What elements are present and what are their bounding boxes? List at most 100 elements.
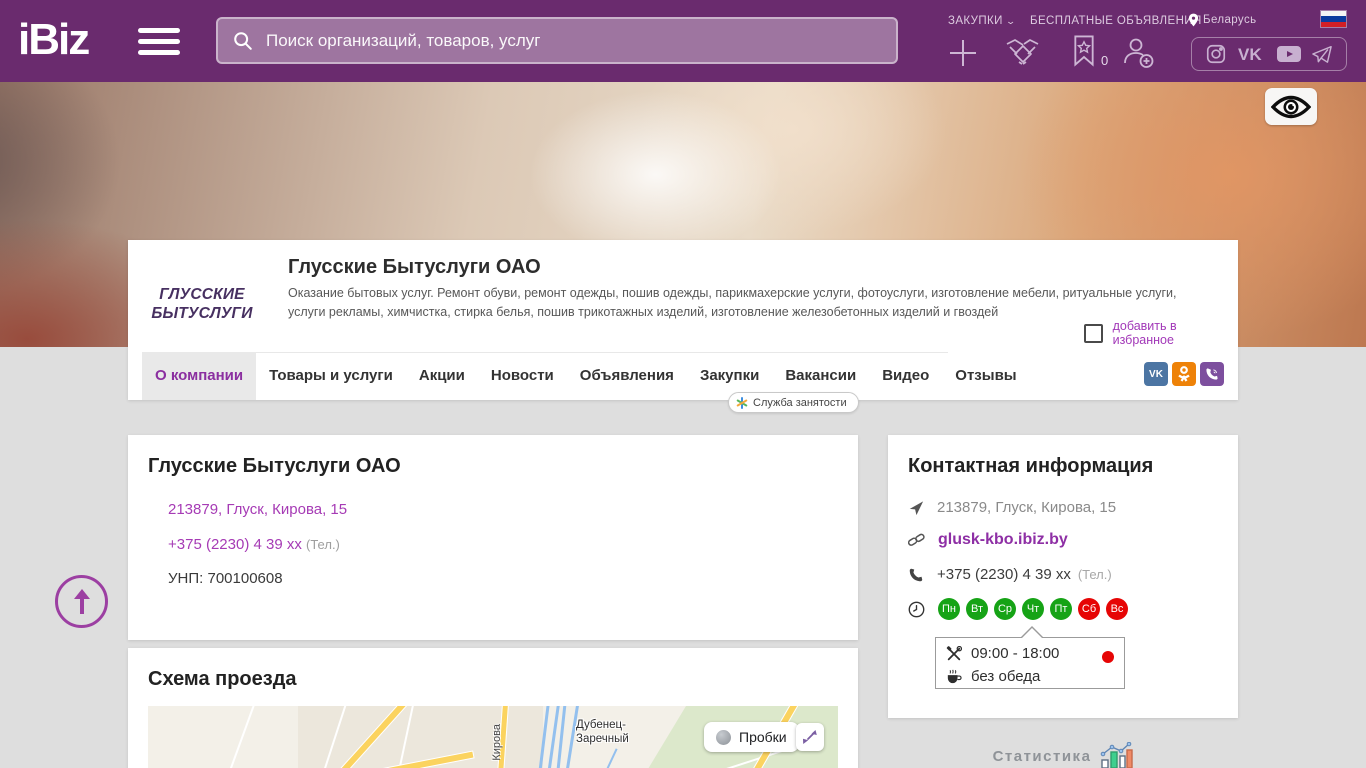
vk-icon[interactable]: VK [1236,44,1266,64]
instagram-icon[interactable] [1205,43,1227,65]
contacts-title: Контактная информация [908,455,1154,477]
handshake-icon[interactable] [1004,37,1041,72]
add-to-favorites[interactable]: добавить в избранное [1084,319,1238,347]
company-logo: ГЛУССКИЕ БЫТУСЛУГИ [148,254,256,354]
company-name: Глусские Бытуслуги ОАО [288,256,541,278]
statistics-link[interactable]: Статистика [888,742,1238,768]
phone-type-label: (Тел.) [1077,567,1112,582]
stats-chart-icon [1101,742,1134,768]
working-hours-tooltip: 09:00 - 18:00 без обеда [935,626,1125,689]
search-icon [234,31,252,50]
odnoklassniki-share-button[interactable] [1172,362,1196,386]
about-card: Глусские Бытуслуги ОАО 213879, Глуск, Ки… [128,435,858,640]
company-unp: УНП: 700100608 [168,570,283,587]
working-hours: 09:00 - 18:00 [971,645,1060,662]
search-bar [216,17,898,64]
search-input[interactable] [266,30,882,51]
weekday-badges: Пн Вт Ср Чт Пт Сб Вс [938,598,1128,620]
schedule-row: Пн Вт Ср Чт Пт Сб Вс [908,598,1128,620]
favorite-label: добавить в избранное [1112,319,1177,347]
company-logo-line2: БЫТУСЛУГИ [151,305,253,322]
tab-promos[interactable]: Акции [406,352,478,400]
company-card: ГЛУССКИЕ БЫТУСЛУГИ Глусские Бытуслуги ОА… [128,240,1238,413]
tab-news[interactable]: Новости [478,352,567,400]
bookmark-star-icon [1074,35,1094,67]
day-badge-mon[interactable]: Пн [938,598,960,620]
menu-icon[interactable] [138,28,180,56]
eye-icon [1271,95,1311,118]
country-selector[interactable]: Беларусь [1188,13,1257,27]
lunch-label: без обеда [971,668,1041,685]
day-badge-sun[interactable]: Вс [1106,598,1128,620]
about-address-link[interactable]: 213879, Глуск, Кирова, 15 [168,501,347,518]
company-description: Оказание бытовых услуг. Ремонт обуви, ре… [288,286,1177,320]
contacts-phone-number[interactable]: +375 (2230) 4 39 хх [937,566,1071,583]
traffic-button[interactable]: Пробки [704,722,799,752]
viber-button[interactable] [1200,362,1224,386]
language-flag-ru-icon[interactable] [1320,10,1347,28]
map-canvas[interactable]: Дубенец- Заречный Кирова Пробки [148,706,838,768]
signup-person-add-icon[interactable] [1122,37,1156,74]
nav-arrow-icon [909,500,924,515]
map-card: Схема проезда Дубенец- Заречный Кирова П… [128,648,858,768]
map-street [217,706,260,768]
contacts-phone-row: +375 (2230) 4 39 хх (Тел.) [908,566,1112,583]
about-phone-number[interactable]: +375 (2230) 4 39 хх [168,536,302,553]
traffic-label: Пробки [739,729,787,745]
employment-badge-icon [736,396,748,409]
contacts-address: 213879, Глуск, Кирова, 15 [937,499,1117,516]
map-expand-button[interactable] [796,723,824,751]
employment-service-tooltip[interactable]: Служба занятости [728,392,859,413]
location-pin-icon [1188,13,1199,27]
map-title: Схема проезда [148,668,297,690]
contacts-website-row: glusk-kbo.ibiz.by [908,531,1068,549]
favorite-checkbox[interactable] [1084,323,1103,343]
employment-tooltip-label: Служба занятости [753,396,847,409]
tools-icon [946,645,962,660]
day-badge-thu[interactable]: Чт [1022,598,1044,620]
add-button[interactable] [948,38,978,73]
tab-products[interactable]: Товары и услуги [256,352,406,400]
traffic-icon [716,729,731,745]
day-badge-wed[interactable]: Ср [994,598,1016,620]
site-logo[interactable]: iBiz [18,12,90,68]
scroll-to-top-button[interactable] [55,575,108,628]
coffee-icon [947,669,962,684]
about-phone-link[interactable]: +375 (2230) 4 39 хх (Тел.) [168,536,340,553]
link-icon [908,533,925,546]
statistics-label: Статистика [992,747,1092,765]
day-badge-tue[interactable]: Вт [966,598,988,620]
nav-zakupki[interactable]: ЗАКУПКИ ⌄ [948,15,1017,27]
tab-reviews[interactable]: Отзывы [942,352,1029,400]
telegram-icon[interactable] [1311,44,1333,64]
day-badge-sat[interactable]: Сб [1078,598,1100,620]
phone-icon [909,568,923,581]
youtube-icon[interactable] [1276,44,1302,64]
favorites-bookmark[interactable]: 0 [1071,34,1108,67]
nav-free-ads[interactable]: БЕСПЛАТНЫЕ ОБЪЯВЛЕНИЯ [1030,15,1202,27]
expand-icon [803,730,817,744]
accessibility-eye-button[interactable] [1265,88,1317,125]
tab-about[interactable]: О компании [142,352,257,400]
about-title: Глусские Бытуслуги ОАО [148,455,401,477]
phone-type-label: (Тел.) [306,537,340,552]
favorites-count: 0 [1101,53,1109,68]
contacts-website-link[interactable]: glusk-kbo.ibiz.by [938,531,1068,549]
status-dot [1102,651,1114,663]
map-street-label: Кирова [491,724,503,761]
clock-icon [908,601,925,617]
header-social-links: VK [1191,37,1347,71]
tab-ads[interactable]: Объявления [567,352,687,400]
up-arrow-icon [73,588,90,614]
header: iBiz ЗАКУПКИ⌄ БЕСПЛАТНЫЕ ОБЪЯВЛЕНИЯ Бела… [0,0,1366,82]
map-district-label: Дубенец- Заречный [576,719,629,746]
day-badge-fri[interactable]: Пт [1050,598,1072,620]
contacts-address-row: 213879, Глуск, Кирова, 15 [908,499,1116,516]
tab-video[interactable]: Видео [869,352,942,400]
chevron-down-icon: ⌄ [1005,16,1017,26]
vk-share-button[interactable]: VK [1144,362,1168,386]
svg-text:VK: VK [1238,45,1262,64]
map-river-branch [590,748,618,768]
company-tabs: О компании Товары и услуги Акции Новости… [142,352,1030,400]
company-logo-line1: ГЛУССКИЕ [159,285,245,303]
